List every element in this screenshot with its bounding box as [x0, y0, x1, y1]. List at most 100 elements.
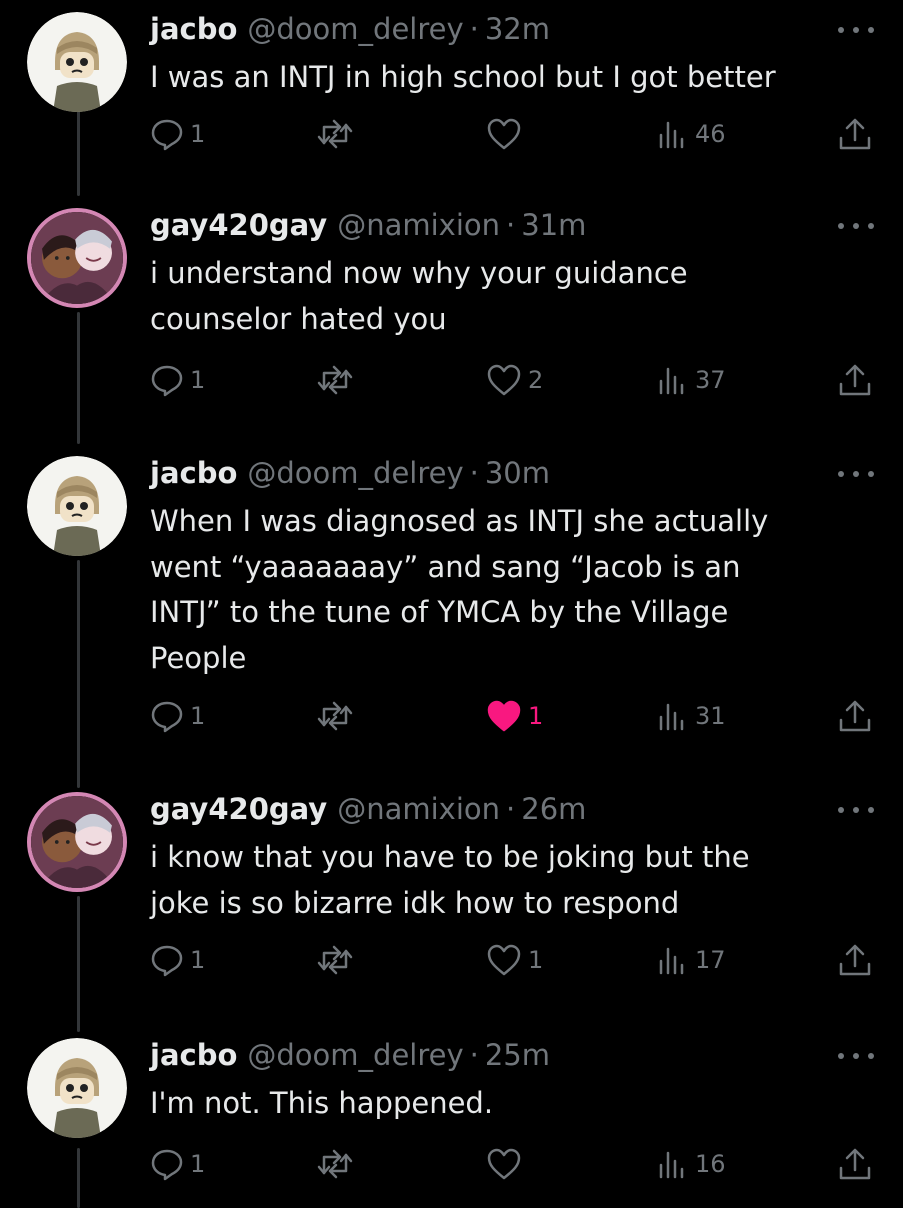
timestamp[interactable]: 25m: [485, 1038, 550, 1072]
heart-icon: [487, 700, 521, 732]
views-button[interactable]: 31: [657, 696, 726, 736]
share-button[interactable]: [837, 696, 873, 736]
thread-line: [77, 1148, 80, 1208]
separator-dot: ·: [469, 12, 479, 46]
retweet-arrows-icon: [317, 945, 353, 975]
avatar-jacbo[interactable]: [27, 456, 127, 556]
display-name[interactable]: gay420gay: [150, 208, 327, 242]
tweet-header: jacbo @doom_delrey · 32m: [150, 12, 550, 52]
retweet-button[interactable]: [316, 360, 360, 400]
retweet-button[interactable]: [316, 1144, 360, 1184]
reply-button[interactable]: 1: [150, 940, 205, 980]
reply-bubble-icon: [151, 945, 183, 977]
share-arrow-icon: [839, 364, 871, 396]
avatar-gay420gay[interactable]: [27, 208, 127, 308]
share-arrow-icon: [839, 118, 871, 150]
heart-icon: [487, 944, 521, 976]
bar-chart-icon: [659, 367, 684, 395]
views-button[interactable]: 16: [657, 1144, 726, 1184]
timestamp[interactable]: 26m: [521, 792, 586, 826]
thread-line: [77, 896, 80, 1032]
view-count: 17: [695, 946, 726, 974]
more-dots-icon[interactable]: [838, 1048, 874, 1064]
share-arrow-icon: [839, 944, 871, 976]
display-name[interactable]: jacbo: [150, 456, 237, 490]
view-count: 16: [695, 1150, 726, 1178]
like-count: 2: [528, 366, 544, 394]
tweet-text: I'm not. This happened.: [150, 1086, 494, 1120]
more-dots-icon[interactable]: [838, 466, 874, 482]
user-handle[interactable]: @doom_delrey: [247, 12, 463, 46]
tweet-header: gay420gay @namixion · 26m: [150, 792, 586, 832]
user-handle[interactable]: @namixion: [337, 208, 500, 242]
like-count: 1: [528, 702, 544, 730]
bar-chart-icon: [659, 947, 684, 975]
heart-icon: [487, 1148, 521, 1180]
avatar-jacbo[interactable]: [27, 1038, 127, 1138]
more-dots-icon[interactable]: [838, 22, 874, 38]
view-count: 31: [695, 702, 726, 730]
reply-count: 1: [190, 120, 206, 148]
views-button[interactable]: 17: [657, 940, 726, 980]
reply-bubble-icon: [151, 119, 183, 151]
share-button[interactable]: [837, 360, 873, 400]
retweet-arrows-icon: [317, 701, 353, 731]
tweet-actions: 1 46: [150, 114, 880, 154]
avatar-gay420gay[interactable]: [27, 792, 127, 892]
reply-button[interactable]: 1: [150, 114, 205, 154]
more-dots-icon[interactable]: [838, 802, 874, 818]
avatar-jacbo[interactable]: [27, 12, 127, 112]
bar-chart-icon: [659, 121, 684, 149]
share-arrow-icon: [839, 1148, 871, 1180]
user-handle[interactable]: @doom_delrey: [247, 456, 463, 490]
tweet-actions: 1 16: [150, 1144, 880, 1184]
like-button[interactable]: 1: [486, 696, 543, 736]
reply-count: 1: [190, 1150, 206, 1178]
retweet-button[interactable]: [316, 696, 360, 736]
user-handle[interactable]: @namixion: [337, 792, 500, 826]
share-button[interactable]: [837, 940, 873, 980]
more-dots-icon[interactable]: [838, 218, 874, 234]
heart-icon: [487, 364, 521, 396]
thread-line: [77, 312, 80, 444]
tweet-text: i know that you have to be joking but th…: [150, 840, 750, 920]
tweet-actions: 1 2 37: [150, 360, 880, 400]
reply-button[interactable]: 1: [150, 696, 205, 736]
view-count: 37: [695, 366, 726, 394]
display-name[interactable]: gay420gay: [150, 792, 327, 826]
reply-button[interactable]: 1: [150, 1144, 205, 1184]
tweet-text: I was an INTJ in high school but I got b…: [150, 60, 776, 94]
share-button[interactable]: [837, 1144, 873, 1184]
reply-count: 1: [190, 702, 206, 730]
reply-count: 1: [190, 366, 206, 394]
views-button[interactable]: 46: [657, 114, 726, 154]
timestamp[interactable]: 31m: [521, 208, 586, 242]
retweet-button[interactable]: [316, 114, 360, 154]
display-name[interactable]: jacbo: [150, 1038, 237, 1072]
tweet-header: jacbo @doom_delrey · 25m: [150, 1038, 550, 1078]
tweet-text: When I was diagnosed as INTJ she actuall…: [150, 504, 769, 675]
retweet-button[interactable]: [316, 940, 360, 980]
like-button[interactable]: 1: [486, 940, 543, 980]
timestamp[interactable]: 30m: [485, 456, 550, 490]
reply-bubble-icon: [151, 365, 183, 397]
like-button[interactable]: [486, 114, 528, 154]
display-name[interactable]: jacbo: [150, 12, 237, 46]
view-count: 46: [695, 120, 726, 148]
like-button[interactable]: 2: [486, 360, 543, 400]
views-button[interactable]: 37: [657, 360, 726, 400]
thread-line: [77, 108, 80, 196]
retweet-arrows-icon: [317, 365, 353, 395]
tweet-actions: 1 1 17: [150, 940, 880, 980]
separator-dot: ·: [469, 456, 479, 490]
separator-dot: ·: [506, 208, 516, 242]
timestamp[interactable]: 32m: [485, 12, 550, 46]
user-handle[interactable]: @doom_delrey: [247, 1038, 463, 1072]
tweet-actions: 1 1 31: [150, 696, 880, 736]
like-count: 1: [528, 946, 544, 974]
retweet-arrows-icon: [317, 119, 353, 149]
reply-button[interactable]: 1: [150, 360, 205, 400]
share-button[interactable]: [837, 114, 873, 154]
like-button[interactable]: [486, 1144, 528, 1184]
separator-dot: ·: [506, 792, 516, 826]
